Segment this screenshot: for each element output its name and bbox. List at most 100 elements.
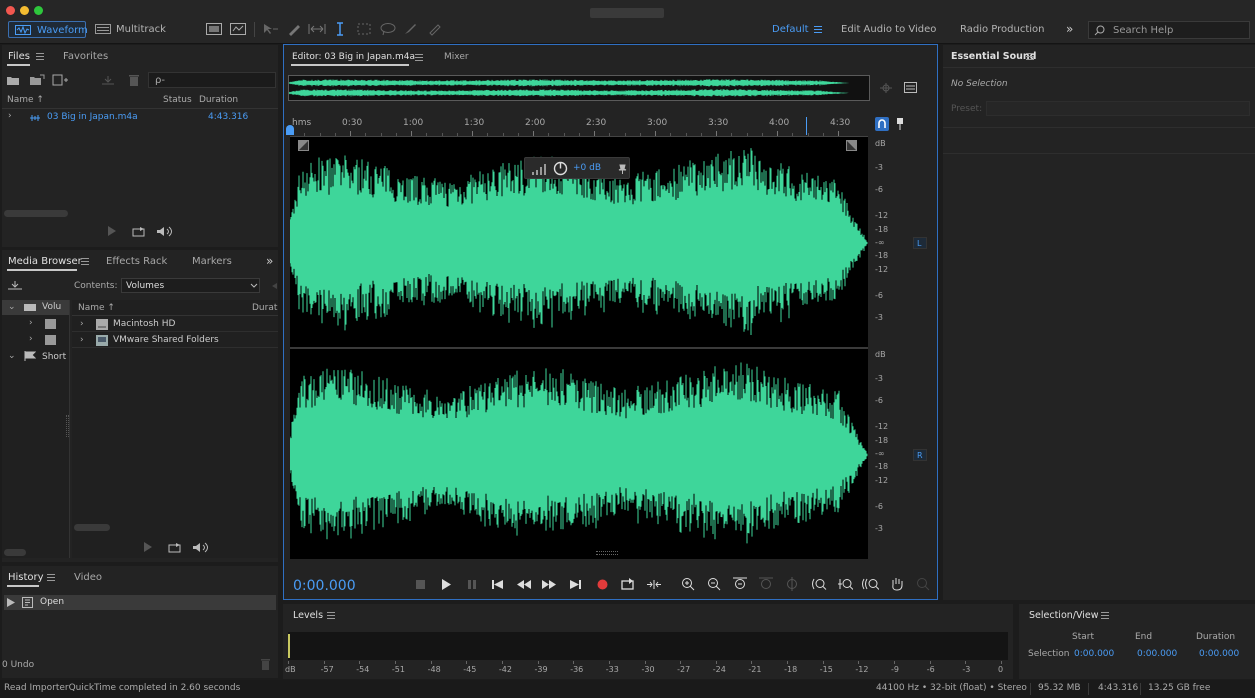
selection-end-value[interactable]: 0:00.000	[1137, 650, 1177, 659]
razor-tool-icon[interactable]	[287, 22, 301, 36]
media-list-scrollbar[interactable]	[74, 524, 110, 531]
spot-healing-tool-icon[interactable]	[427, 22, 441, 36]
tab-history[interactable]: History	[8, 573, 44, 583]
workspace-edit-audio-to-video[interactable]: Edit Audio to Video	[841, 25, 936, 35]
marker-pin-icon[interactable]	[896, 118, 904, 130]
zoom-out-full-icon[interactable]	[759, 577, 774, 591]
channel-left-badge[interactable]: L	[913, 237, 927, 249]
snap-magnet-icon[interactable]	[875, 117, 889, 131]
zoom-in-time-icon[interactable]	[733, 577, 748, 591]
slip-tool-icon[interactable]	[308, 23, 326, 35]
tab-media-browser[interactable]: Media Browser	[8, 257, 82, 267]
trash-icon[interactable]	[260, 658, 271, 670]
move-tool-icon[interactable]	[262, 23, 278, 35]
files-search-field[interactable]: ρ-	[148, 72, 276, 88]
hand-tool-icon[interactable]	[890, 577, 903, 591]
window-minimize-button[interactable]	[20, 6, 29, 15]
file-row[interactable]: › 03 Big in Japan.m4a 4:43.316	[2, 111, 278, 125]
autoplay-icon[interactable]	[156, 226, 176, 237]
marquee-tool-icon[interactable]	[357, 23, 371, 35]
skip-selection-icon[interactable]	[646, 579, 662, 590]
download-icon[interactable]	[7, 280, 23, 292]
time-selection-tool-icon[interactable]	[334, 22, 346, 36]
zoom-in-amplitude-icon[interactable]	[681, 577, 696, 591]
levels-menu-icon[interactable]	[327, 612, 335, 619]
new-file-icon[interactable]	[52, 74, 68, 86]
volume-knob-icon[interactable]	[553, 161, 568, 176]
media-menu-icon[interactable]	[81, 258, 89, 265]
editor-menu-icon[interactable]	[415, 54, 423, 61]
panel-overflow-icon[interactable]: »	[266, 255, 273, 267]
media-col-duration[interactable]: Durat	[252, 304, 277, 313]
list-item-expand-icon[interactable]: ›	[80, 336, 84, 345]
waveform-mode-button[interactable]: Waveform	[8, 21, 88, 38]
zoom-in-left-icon[interactable]	[811, 578, 827, 590]
trash-icon[interactable]	[128, 74, 140, 86]
overview-track[interactable]	[288, 75, 870, 101]
tab-markers[interactable]: Markers	[192, 257, 232, 267]
workspace-menu-icon[interactable]	[814, 26, 822, 33]
zoom-to-selection-icon[interactable]	[785, 577, 800, 591]
tree-child-expand-icon[interactable]: ›	[29, 319, 33, 328]
files-col-name[interactable]: Name ↑	[7, 96, 44, 105]
import-file-icon[interactable]	[29, 74, 45, 86]
back-arrow-icon[interactable]	[270, 282, 278, 290]
waveform-area[interactable]: +0 dB	[290, 137, 868, 559]
workspace-radio-production[interactable]: Radio Production	[960, 25, 1044, 35]
tree-scrollbar[interactable]	[4, 549, 26, 556]
media-col-name[interactable]: Name ↑	[78, 304, 115, 313]
tree-child-expand-icon[interactable]: ›	[29, 335, 33, 344]
list-item[interactable]: › VMware Shared Folders	[72, 334, 278, 348]
zoom-out-both-icon[interactable]	[861, 578, 879, 590]
loop-preview-icon[interactable]	[168, 542, 182, 553]
play-icon[interactable]	[442, 579, 451, 590]
fade-in-handle-icon[interactable]	[298, 140, 309, 151]
expand-arrow-icon[interactable]: ›	[8, 112, 12, 121]
stop-icon[interactable]	[416, 580, 425, 589]
files-col-status[interactable]: Status	[163, 96, 192, 105]
loop-preview-icon[interactable]	[132, 226, 146, 237]
window-close-button[interactable]	[6, 6, 15, 15]
rewind-icon[interactable]	[517, 580, 531, 589]
pin-icon[interactable]	[618, 164, 627, 174]
vertical-scroll-grip[interactable]	[596, 551, 618, 555]
insert-into-multitrack-icon[interactable]	[100, 74, 116, 86]
brush-tool-icon[interactable]	[403, 22, 417, 36]
play-preview-icon[interactable]	[144, 542, 152, 552]
spectral-pitch-icon[interactable]	[230, 23, 246, 35]
selection-view-menu-icon[interactable]	[1101, 612, 1109, 619]
autoplay-icon[interactable]	[192, 542, 212, 553]
zoom-overview-icon[interactable]	[879, 82, 893, 94]
overview-toggle-icon[interactable]	[904, 82, 917, 93]
tab-files[interactable]: Files	[8, 52, 30, 62]
list-item-expand-icon[interactable]: ›	[80, 320, 84, 329]
current-time-display[interactable]: 0:00.000	[293, 579, 356, 593]
files-menu-icon[interactable]	[36, 53, 44, 60]
tab-favorites[interactable]: Favorites	[63, 52, 108, 62]
timeline-ruler[interactable]: hms 0:30 1:00 1:30 2:00 2:30 3:00 3:30 4:00 4:30	[290, 117, 868, 137]
workspace-overflow-icon[interactable]: »	[1066, 23, 1073, 35]
channel-right-badge[interactable]: R	[913, 449, 927, 461]
tree-splitter[interactable]	[66, 415, 69, 437]
window-maximize-button[interactable]	[34, 6, 43, 15]
pause-icon[interactable]	[468, 580, 476, 589]
zoom-in-right-icon[interactable]	[837, 578, 853, 590]
preset-dropdown[interactable]	[986, 101, 1250, 116]
tab-effects-rack[interactable]: Effects Rack	[106, 257, 167, 267]
record-icon[interactable]	[597, 579, 608, 590]
essential-sound-menu-icon[interactable]	[1026, 53, 1034, 60]
tab-editor[interactable]: Editor: 03 Big in Japan.m4a	[292, 53, 415, 62]
selection-duration-value[interactable]: 0:00.000	[1199, 650, 1239, 659]
history-menu-icon[interactable]	[47, 574, 55, 581]
skip-to-end-icon[interactable]	[570, 580, 581, 589]
search-help-field[interactable]: Search Help	[1088, 21, 1250, 39]
spectral-frequency-icon[interactable]	[206, 23, 222, 35]
zoom-out-amplitude-icon[interactable]	[707, 577, 722, 591]
selection-start-value[interactable]: 0:00.000	[1074, 650, 1114, 659]
tree-volumes-row[interactable]: ⌄ Volu	[2, 300, 69, 315]
tab-mixer[interactable]: Mixer	[444, 53, 469, 62]
fast-forward-icon[interactable]	[542, 580, 556, 589]
open-file-icon[interactable]	[6, 75, 20, 86]
contents-dropdown[interactable]: Volumes	[121, 278, 260, 293]
tree-expand-icon[interactable]: ⌄	[8, 352, 16, 361]
